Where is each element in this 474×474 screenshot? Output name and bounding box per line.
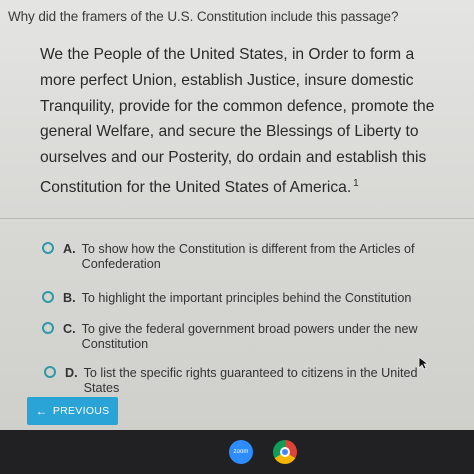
option-letter: A. xyxy=(63,242,76,256)
answer-option-d[interactable]: D. To list the specific rights guarantee… xyxy=(44,366,440,395)
chrome-browser-icon[interactable] xyxy=(273,440,297,464)
zoom-app-icon[interactable]: zoom xyxy=(229,440,253,464)
constitution-passage: We the People of the United States, in O… xyxy=(40,42,452,201)
arrow-left-icon: ← xyxy=(35,404,48,418)
previous-button-label: PREVIOUS xyxy=(52,405,110,417)
option-text: To highlight the important principles be… xyxy=(81,291,412,305)
answer-option-b[interactable]: B. To highlight the important principles… xyxy=(42,291,454,306)
option-text: To show how the Constitution is differen… xyxy=(81,242,415,271)
quiz-screen: Why did the framers of the U.S. Constitu… xyxy=(0,0,474,430)
passage-text: We the People of the United States, in O… xyxy=(40,46,435,196)
zoom-icon-label: zoom xyxy=(233,449,249,455)
radio-button-d[interactable] xyxy=(44,366,56,378)
question-prompt: Why did the framers of the U.S. Constitu… xyxy=(8,9,399,24)
answer-option-c[interactable]: C. To give the federal government broad … xyxy=(42,322,442,351)
option-text: To give the federal government broad pow… xyxy=(81,322,418,351)
previous-button[interactable]: ← PREVIOUS xyxy=(27,397,118,425)
passage-footnote: 1 xyxy=(353,177,359,189)
option-letter: B. xyxy=(63,291,76,305)
section-divider xyxy=(0,218,474,219)
mouse-cursor-icon xyxy=(418,356,428,370)
answer-option-a[interactable]: A. To show how the Constitution is diffe… xyxy=(42,242,454,271)
option-letter: D. xyxy=(65,366,78,380)
radio-button-c[interactable] xyxy=(42,322,54,334)
option-letter: C. xyxy=(63,322,76,336)
radio-button-a[interactable] xyxy=(42,242,54,254)
option-text: To list the specific rights guaranteed t… xyxy=(83,366,418,395)
radio-button-b[interactable] xyxy=(42,291,54,303)
